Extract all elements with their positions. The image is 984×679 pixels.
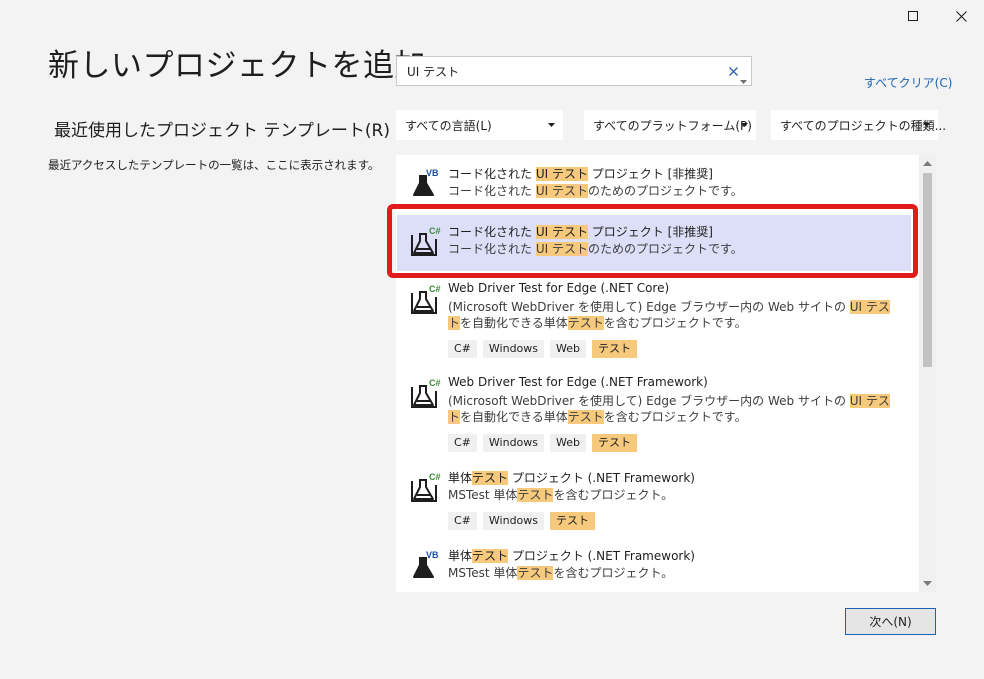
search-match-highlight: UI テスト — [535, 184, 588, 198]
template-title: Web Driver Test for Edge (.NET Framework… — [448, 375, 708, 389]
next-button[interactable]: 次へ(N) — [845, 608, 936, 635]
page-title: 新しいプロジェクトを追加 — [48, 48, 426, 84]
text-segment: (Microsoft WebDriver を使用して) Edge ブラウザー内の… — [448, 300, 850, 314]
text-segment: Web Driver Test for Edge (.NET Framework… — [448, 375, 708, 389]
clear-all-link[interactable]: すべてクリア(C) — [864, 74, 952, 91]
search-match-highlight: テスト — [517, 488, 554, 502]
tag-chip: テスト — [550, 512, 596, 530]
template-title: 単体テスト プロジェクト (.NET Framework) — [448, 469, 695, 486]
maximize-button[interactable] — [890, 0, 936, 32]
tag-chip: Windows — [482, 434, 545, 452]
text-segment: のためのプロジェクトです。 — [587, 184, 743, 198]
close-button[interactable] — [938, 0, 984, 32]
search-match-highlight: テスト — [517, 566, 554, 580]
text-segment: を含むプロジェクト。 — [553, 566, 674, 580]
highlight-annotation-frame — [387, 204, 918, 278]
text-segment: プロジェクト [非推奨] — [587, 167, 713, 181]
template-search-box[interactable] — [396, 56, 752, 86]
text-segment: を含むプロジェクト。 — [553, 488, 674, 502]
tag-chip: Windows — [482, 340, 545, 358]
language-filter[interactable]: すべての言語(L) — [396, 110, 563, 140]
template-title: コード化された UI テスト プロジェクト [非推奨] — [448, 165, 713, 182]
text-segment: を含むプロジェクトです。 — [603, 410, 747, 424]
tag-chip: C# — [448, 434, 477, 452]
svg-text:C#: C# — [429, 378, 441, 388]
template-list-item[interactable]: C# 単体テスト プロジェクト (.NET Framework) MSTest 単体… — [396, 469, 918, 549]
project-type-filter-label: すべてのプロジェクトの種類... — [780, 118, 947, 133]
text-segment: (Microsoft WebDriver を使用して) Edge ブラウザー内の… — [448, 394, 850, 408]
template-tags: C# Windows Web テスト — [448, 340, 637, 358]
tag-chip: C# — [448, 512, 477, 530]
scrollbar-thumb[interactable] — [923, 173, 932, 367]
template-list-item[interactable]: C# Web Driver Test for Edge (.NET Core) (M… — [396, 281, 918, 363]
search-match-highlight: テスト — [472, 549, 509, 563]
csharp-test-flask-icon: C# — [408, 283, 442, 317]
template-description: MSTest 単体テストを含むプロジェクト。 — [448, 565, 898, 581]
project-type-filter[interactable]: すべてのプロジェクトの種類... — [771, 110, 946, 140]
search-match-highlight: テスト — [567, 316, 604, 330]
svg-text:C#: C# — [429, 472, 441, 482]
text-segment: コード化された — [448, 184, 536, 198]
template-tags: C# Windows Web テスト — [448, 434, 637, 452]
template-tags: C# Windows テスト — [448, 512, 596, 530]
tag-chip: テスト — [592, 340, 637, 358]
text-segment: MSTest 単体 — [448, 488, 518, 502]
csharp-test-flask-icon: C# — [408, 377, 442, 411]
search-match-highlight: UI テスト — [535, 167, 588, 181]
template-description: (Microsoft WebDriver を使用して) Edge ブラウザー内の… — [448, 393, 898, 425]
tag-chip: Web — [550, 434, 586, 452]
text-segment: コード化された — [448, 167, 536, 181]
search-match-highlight: テスト — [472, 471, 509, 485]
dropdown-arrow-icon[interactable] — [740, 69, 747, 88]
scroll-up-icon[interactable] — [923, 161, 932, 166]
template-description: コード化された UI テストのためのプロジェクトです。 — [448, 183, 898, 199]
chevron-down-icon — [548, 123, 555, 127]
maximize-icon — [908, 11, 918, 21]
text-segment: MSTest 単体 — [448, 566, 518, 580]
csharp-test-flask-icon: C# — [408, 471, 442, 505]
text-segment: プロジェクト (.NET Framework) — [508, 549, 695, 563]
tag-chip: Windows — [482, 512, 545, 530]
chevron-down-icon — [923, 123, 930, 127]
platform-filter[interactable]: すべてのプラットフォーム(P) — [584, 110, 756, 140]
recent-templates-heading: 最近使用したプロジェクト テンプレート(R) — [54, 121, 390, 141]
search-match-highlight: テスト — [567, 410, 604, 424]
list-scrollbar[interactable] — [919, 155, 936, 592]
vb-test-flask-icon: VB — [408, 549, 442, 583]
clear-x-icon[interactable] — [726, 64, 740, 78]
tag-chip: C# — [448, 340, 477, 358]
language-filter-label: すべての言語(L) — [405, 118, 492, 133]
template-title: 単体テスト プロジェクト (.NET Framework) — [448, 547, 695, 564]
vb-coded-ui-test-icon: VB — [408, 167, 442, 201]
search-input[interactable] — [407, 57, 707, 85]
close-icon — [955, 10, 967, 22]
template-description: (Microsoft WebDriver を使用して) Edge ブラウザー内の… — [448, 299, 898, 331]
svg-text:VB: VB — [426, 550, 439, 560]
text-segment: Web Driver Test for Edge (.NET Core) — [448, 281, 670, 295]
svg-text:VB: VB — [426, 168, 439, 178]
template-list-item[interactable]: C# Web Driver Test for Edge (.NET Framewo… — [396, 375, 918, 457]
platform-filter-label: すべてのプラットフォーム(P) — [593, 118, 752, 133]
text-segment: を含むプロジェクトです。 — [603, 316, 747, 330]
template-title: Web Driver Test for Edge (.NET Core) — [448, 281, 669, 295]
text-segment: 単体 — [448, 549, 473, 563]
template-description: MSTest 単体テストを含むプロジェクト。 — [448, 487, 898, 503]
tag-chip: テスト — [592, 434, 637, 452]
svg-text:C#: C# — [429, 284, 441, 294]
recent-templates-message: 最近アクセスしたテンプレートの一覧は、ここに表示されます。 — [48, 158, 380, 172]
template-list-item[interactable]: VB 単体テスト プロジェクト (.NET Framework) MSTest 単体… — [396, 547, 918, 592]
text-segment: を自動化できる単体 — [460, 316, 568, 330]
text-segment: を自動化できる単体 — [460, 410, 568, 424]
scroll-down-icon[interactable] — [923, 581, 932, 586]
tag-chip: Web — [550, 340, 586, 358]
text-segment: 単体 — [448, 471, 473, 485]
text-segment: プロジェクト (.NET Framework) — [508, 471, 695, 485]
chevron-down-icon — [741, 123, 748, 127]
